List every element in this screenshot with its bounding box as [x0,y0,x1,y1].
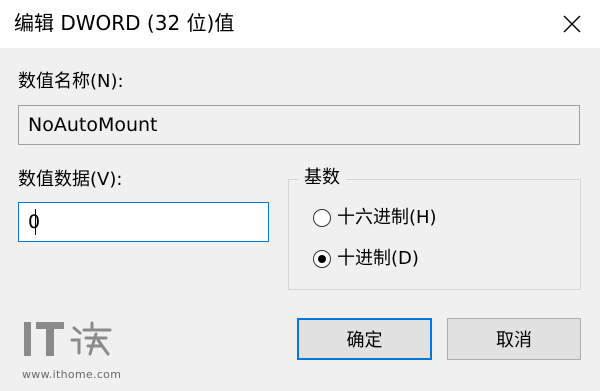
value-name-field: NoAutoMount [18,105,580,145]
radio-decimal-label: 十进制(D) [337,248,419,269]
title-bar: 编辑 DWORD (32 位)值 [0,0,600,48]
cancel-button[interactable]: 取消 [447,318,581,360]
ok-button[interactable]: 确定 [297,318,432,360]
base-group-legend: 基数 [298,167,346,189]
radio-hexadecimal[interactable]: 十六进制(H) [313,207,437,229]
close-icon [563,15,581,33]
radio-hexadecimal-label: 十六进制(H) [337,207,437,228]
radio-unchecked-icon[interactable] [313,209,331,227]
close-button[interactable] [544,0,600,48]
radio-decimal[interactable]: 十进制(D) [313,248,419,270]
value-data-label: 数值数据(V): [18,169,123,190]
dialog-body: 数值名称(N): NoAutoMount 数值数据(V): 基数 十六进制(H)… [0,48,600,391]
watermark-url: www.ithome.com [22,368,122,381]
text-caret [35,209,36,235]
window-title: 编辑 DWORD (32 位)值 [14,11,235,35]
value-name-label: 数值名称(N): [18,71,124,92]
value-data-input[interactable] [18,202,269,242]
ithome-logo-icon [24,321,112,356]
base-group [288,179,581,290]
radio-checked-icon[interactable] [313,250,331,268]
